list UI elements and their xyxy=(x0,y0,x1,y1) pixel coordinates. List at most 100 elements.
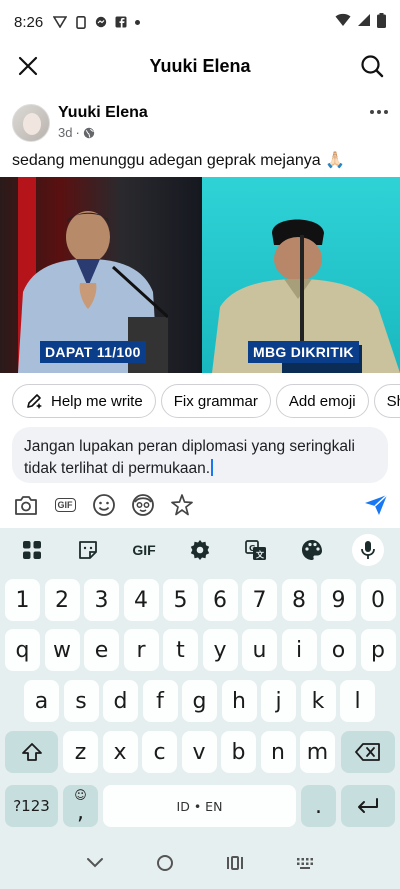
sticker-sparkle-button[interactable] xyxy=(170,493,194,517)
key-w[interactable]: w xyxy=(44,629,80,671)
key-h[interactable]: h xyxy=(221,680,257,722)
avatar-sticker-icon xyxy=(132,494,154,516)
gif-button[interactable]: GIF xyxy=(53,493,77,517)
key-q[interactable]: q xyxy=(5,629,40,671)
avatar-sticker-button[interactable] xyxy=(131,493,155,517)
key-label: b xyxy=(231,739,246,765)
space-key[interactable]: ID • EN xyxy=(103,785,296,827)
key-m[interactable]: m xyxy=(300,731,335,773)
mic-icon xyxy=(361,541,375,559)
post-author[interactable]: Yuuki Elena xyxy=(58,104,148,122)
apps-grid-button[interactable] xyxy=(16,534,48,566)
key-1[interactable]: 1 xyxy=(5,579,40,621)
camera-button[interactable] xyxy=(14,493,38,517)
comma-emoji-key[interactable]: ☺, xyxy=(63,785,98,827)
period-key[interactable]: . xyxy=(301,785,336,827)
close-button[interactable] xyxy=(14,52,42,80)
key-4[interactable]: 4 xyxy=(123,579,159,621)
text-caret xyxy=(211,459,213,476)
key-f[interactable]: f xyxy=(142,680,178,722)
key-i[interactable]: i xyxy=(281,629,317,671)
key-y[interactable]: y xyxy=(202,629,238,671)
key-label: o xyxy=(331,637,346,663)
keyboard-settings-button[interactable] xyxy=(184,534,216,566)
key-label: k xyxy=(311,688,325,714)
key-c[interactable]: c xyxy=(142,731,177,773)
send-button[interactable] xyxy=(364,493,388,517)
recents-nav-button[interactable] xyxy=(226,855,244,876)
key-s[interactable]: s xyxy=(63,680,99,722)
key-l[interactable]: l xyxy=(340,680,375,722)
key-j[interactable]: j xyxy=(261,680,296,722)
key-d[interactable]: d xyxy=(103,680,138,722)
more-dot xyxy=(377,110,381,114)
post-time[interactable]: 3d xyxy=(58,125,72,140)
key-label: y xyxy=(213,637,227,663)
key-o[interactable]: o xyxy=(321,629,356,671)
key-0[interactable]: 0 xyxy=(360,579,396,621)
key-a[interactable]: a xyxy=(24,680,59,722)
avatar[interactable] xyxy=(12,104,50,142)
translate-button[interactable]: G文 xyxy=(240,534,272,566)
key-8[interactable]: 8 xyxy=(281,579,317,621)
key-7[interactable]: 7 xyxy=(242,579,277,621)
post-meta: 3d · xyxy=(58,125,95,140)
key-k[interactable]: k xyxy=(300,680,336,722)
home-nav-button[interactable] xyxy=(156,854,174,877)
sticker-button[interactable] xyxy=(72,534,104,566)
page-title: Yuuki Elena xyxy=(149,55,251,76)
camera-icon xyxy=(15,496,37,515)
key-t[interactable]: t xyxy=(163,629,198,671)
key-2[interactable]: 2 xyxy=(44,579,80,621)
key-label: f xyxy=(156,688,164,714)
enter-key[interactable] xyxy=(341,785,395,827)
key-label: 1 xyxy=(15,587,30,613)
voice-input-button[interactable] xyxy=(352,534,384,566)
key-label: 3 xyxy=(94,587,109,613)
chip-label: Fix grammar xyxy=(173,392,258,410)
key-e[interactable]: e xyxy=(84,629,119,671)
post-image-left[interactable]: DAPAT 11/100 xyxy=(0,177,202,373)
more-suggestion-chip[interactable]: Sh xyxy=(373,384,400,418)
fix-grammar-chip[interactable]: Fix grammar xyxy=(160,384,271,418)
keyboard-toolbar: GIF G文 xyxy=(0,528,400,572)
key-g[interactable]: g xyxy=(182,680,217,722)
more-notifications-icon xyxy=(135,19,141,25)
post-options-button[interactable] xyxy=(366,102,392,122)
symbols-key[interactable]: ?123 xyxy=(5,785,58,827)
key-r[interactable]: r xyxy=(123,629,159,671)
theme-button[interactable] xyxy=(296,534,328,566)
key-label: r xyxy=(136,637,146,663)
key-n[interactable]: n xyxy=(260,731,296,773)
key-9[interactable]: 9 xyxy=(321,579,356,621)
back-nav-button[interactable] xyxy=(86,856,104,874)
key-p[interactable]: p xyxy=(360,629,396,671)
key-5[interactable]: 5 xyxy=(163,579,198,621)
key-z[interactable]: z xyxy=(63,731,98,773)
key-b[interactable]: b xyxy=(221,731,256,773)
sticker-icon xyxy=(79,541,97,559)
status-bar: 8:26 xyxy=(0,0,400,44)
help-me-write-chip[interactable]: Help me write xyxy=(12,384,156,418)
key-v[interactable]: v xyxy=(181,731,217,773)
key-x[interactable]: x xyxy=(102,731,138,773)
post-images[interactable]: DAPAT 11/100 MBG DIKRITIK xyxy=(0,177,400,373)
comment-input[interactable]: Jangan lupakan peran diplomasi yang seri… xyxy=(12,427,388,483)
key-label: p xyxy=(371,637,385,663)
key-u[interactable]: u xyxy=(242,629,277,671)
key-6[interactable]: 6 xyxy=(202,579,238,621)
emoji-button[interactable] xyxy=(92,493,116,517)
key-3[interactable]: 3 xyxy=(84,579,119,621)
gif-keyboard-button[interactable]: GIF xyxy=(128,534,160,566)
backspace-key[interactable] xyxy=(341,731,395,773)
post-image-right[interactable]: MBG DIKRITIK xyxy=(202,177,400,373)
key-label: c xyxy=(153,739,166,765)
key-label: t xyxy=(176,637,185,663)
system-icons xyxy=(335,12,386,32)
keyboard-switch-button[interactable] xyxy=(296,856,314,875)
navigation-bar xyxy=(0,841,400,889)
add-emoji-chip[interactable]: Add emoji xyxy=(275,384,369,418)
search-button[interactable] xyxy=(358,52,386,80)
shift-icon xyxy=(21,743,42,761)
shift-key[interactable] xyxy=(5,731,58,773)
